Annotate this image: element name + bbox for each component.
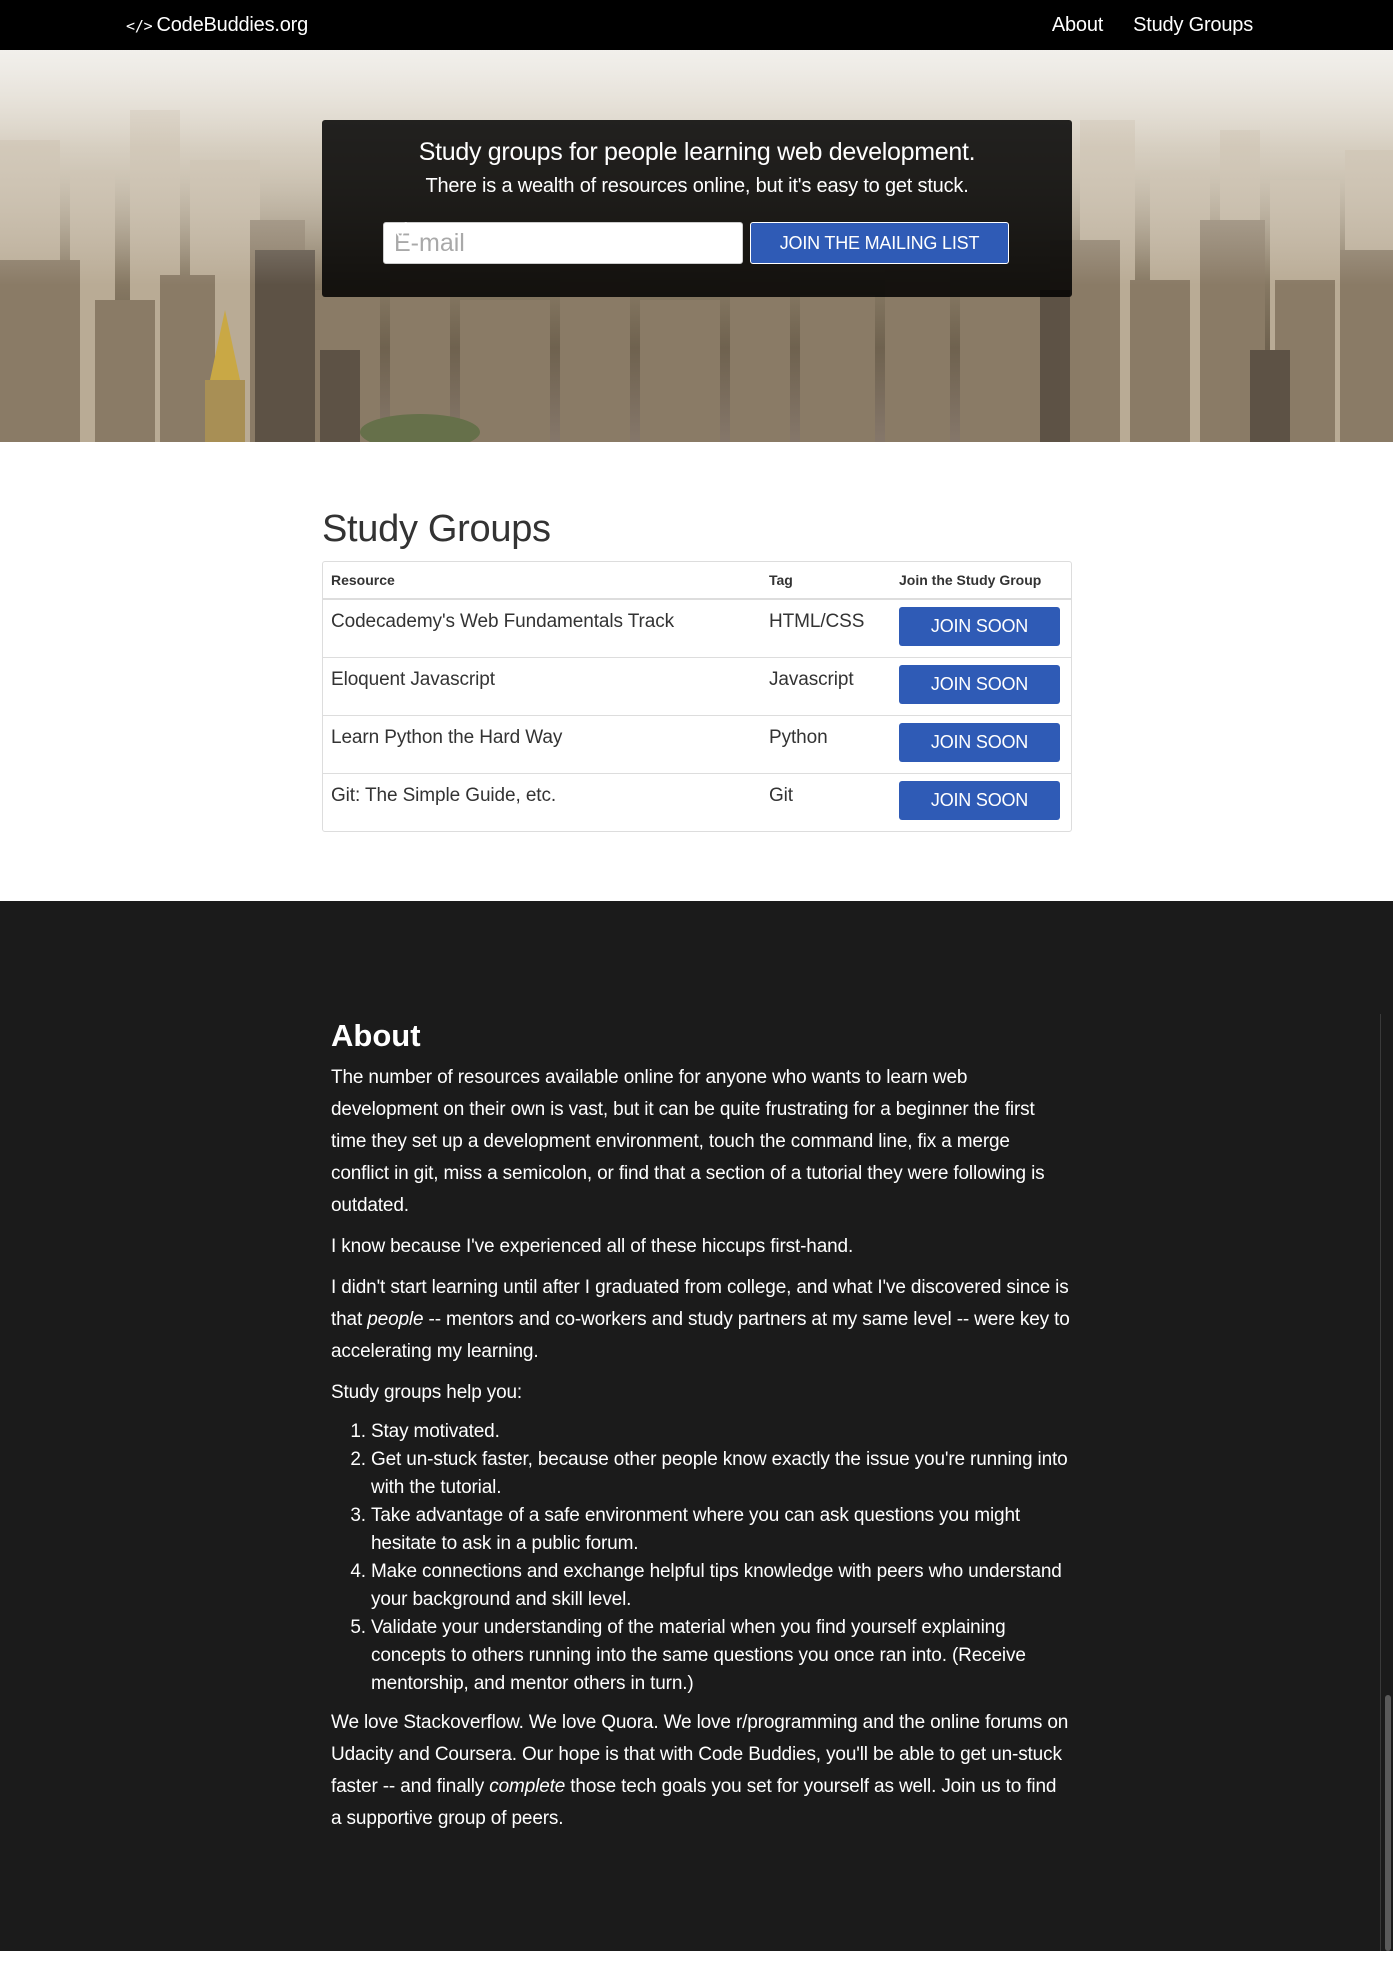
brand-link[interactable]: </> CodeBuddies.org [126,0,308,50]
table-header-row: Resource Tag Join the Study Group [323,562,1071,600]
tag-cell: Git [761,773,891,831]
table-row: Learn Python the Hard Way Python JOIN SO… [323,715,1071,773]
about-section: About The number of resources available … [0,901,1393,1951]
join-cell: JOIN SOON [891,715,1071,773]
join-cell: JOIN SOON [891,600,1071,657]
resource-cell: Learn Python the Hard Way [323,715,761,773]
hero-banner: Study groups for people learning web dev… [0,50,1393,442]
resource-tag: Javascript [769,669,854,690]
about-emphasis: people [367,1309,424,1330]
about-content: About The number of resources available … [331,1018,1071,1844]
benefits-list: Stay motivated. Get un-stuck faster, bec… [331,1418,1071,1698]
nav-link-study-groups[interactable]: Study Groups [1133,0,1253,50]
resource-cell: Git: The Simple Guide, etc. [323,773,761,831]
resource-name: Codecademy's Web Fundamentals Track [331,611,674,632]
brand-text: CodeBuddies.org [156,14,309,36]
join-soon-button[interactable]: JOIN SOON [899,723,1060,762]
hero-title: Study groups for people learning web dev… [418,138,976,166]
join-cell: JOIN SOON [891,657,1071,715]
page-bottom-strip [0,1951,1393,1971]
resource-name: Git: The Simple Guide, etc. [331,785,557,806]
resource-tag: Python [769,727,828,748]
list-item: Take advantage of a safe environment whe… [371,1502,1071,1558]
nav-link-about[interactable]: About [1052,0,1103,50]
list-item: Get un-stuck faster, because other peopl… [371,1446,1071,1502]
table-row: Git: The Simple Guide, etc. Git JOIN SOO… [323,773,1071,831]
about-emphasis: complete [489,1776,566,1797]
about-paragraph: I didn't start learning until after I gr… [331,1272,1071,1368]
tag-cell: Python [761,715,891,773]
join-mailing-list-label: JOIN THE MAILING LIST [779,232,980,253]
about-paragraph: Study groups help you: [331,1382,523,1403]
resource-tag: Git [769,785,793,806]
join-cell: JOIN SOON [891,773,1071,831]
resource-name: Eloquent Javascript [331,669,495,690]
resource-tag: HTML/CSS [769,611,865,632]
study-groups-table: Resource Tag Join the Study Group Codeca… [322,561,1072,832]
paper-plane-icon [389,222,407,240]
resource-cell: Codecademy's Web Fundamentals Track [323,600,761,657]
hero-subtitle: There is a wealth of resources online, b… [425,175,969,197]
join-soon-button[interactable]: JOIN SOON [899,607,1060,646]
about-title: About [331,1018,421,1053]
join-mailing-list-button[interactable]: JOIN THE MAILING LIST [389,222,1009,264]
hero-signup-panel: Study groups for people learning web dev… [322,120,1072,297]
about-paragraph: The number of resources available online… [331,1067,1045,1216]
list-item: Stay motivated. [371,1418,1071,1446]
table-row: Eloquent Javascript Javascript JOIN SOON [323,657,1071,715]
resource-cell: Eloquent Javascript [323,657,761,715]
code-icon: </> [126,17,153,35]
column-header-join: Join the Study Group [891,562,1071,600]
study-groups-title: Study Groups [322,508,551,550]
mailing-list-form: JOIN THE MAILING LIST [383,222,1009,264]
scrollbar-thumb[interactable] [1385,1695,1391,1951]
list-item: Make connections and exchange helpful ti… [371,1558,1071,1614]
navbar: </> CodeBuddies.org About Study Groups [0,0,1393,50]
tag-cell: HTML/CSS [761,600,891,657]
column-header-tag: Tag [761,562,891,600]
about-paragraph: I know because I've experienced all of t… [331,1236,854,1257]
nav-links: About Study Groups [1022,0,1253,50]
resource-name: Learn Python the Hard Way [331,727,563,748]
column-header-resource: Resource [323,562,761,600]
join-soon-button[interactable]: JOIN SOON [899,781,1060,820]
tag-cell: Javascript [761,657,891,715]
about-paragraph: We love Stackoverflow. We love Quora. We… [331,1707,1071,1835]
about-text: -- mentors and co-workers and study part… [331,1309,1070,1362]
list-item: Validate your understanding of the mater… [371,1614,1071,1698]
table-row: Codecademy's Web Fundamentals Track HTML… [323,600,1071,657]
join-soon-button[interactable]: JOIN SOON [899,665,1060,704]
email-input[interactable] [383,222,743,264]
